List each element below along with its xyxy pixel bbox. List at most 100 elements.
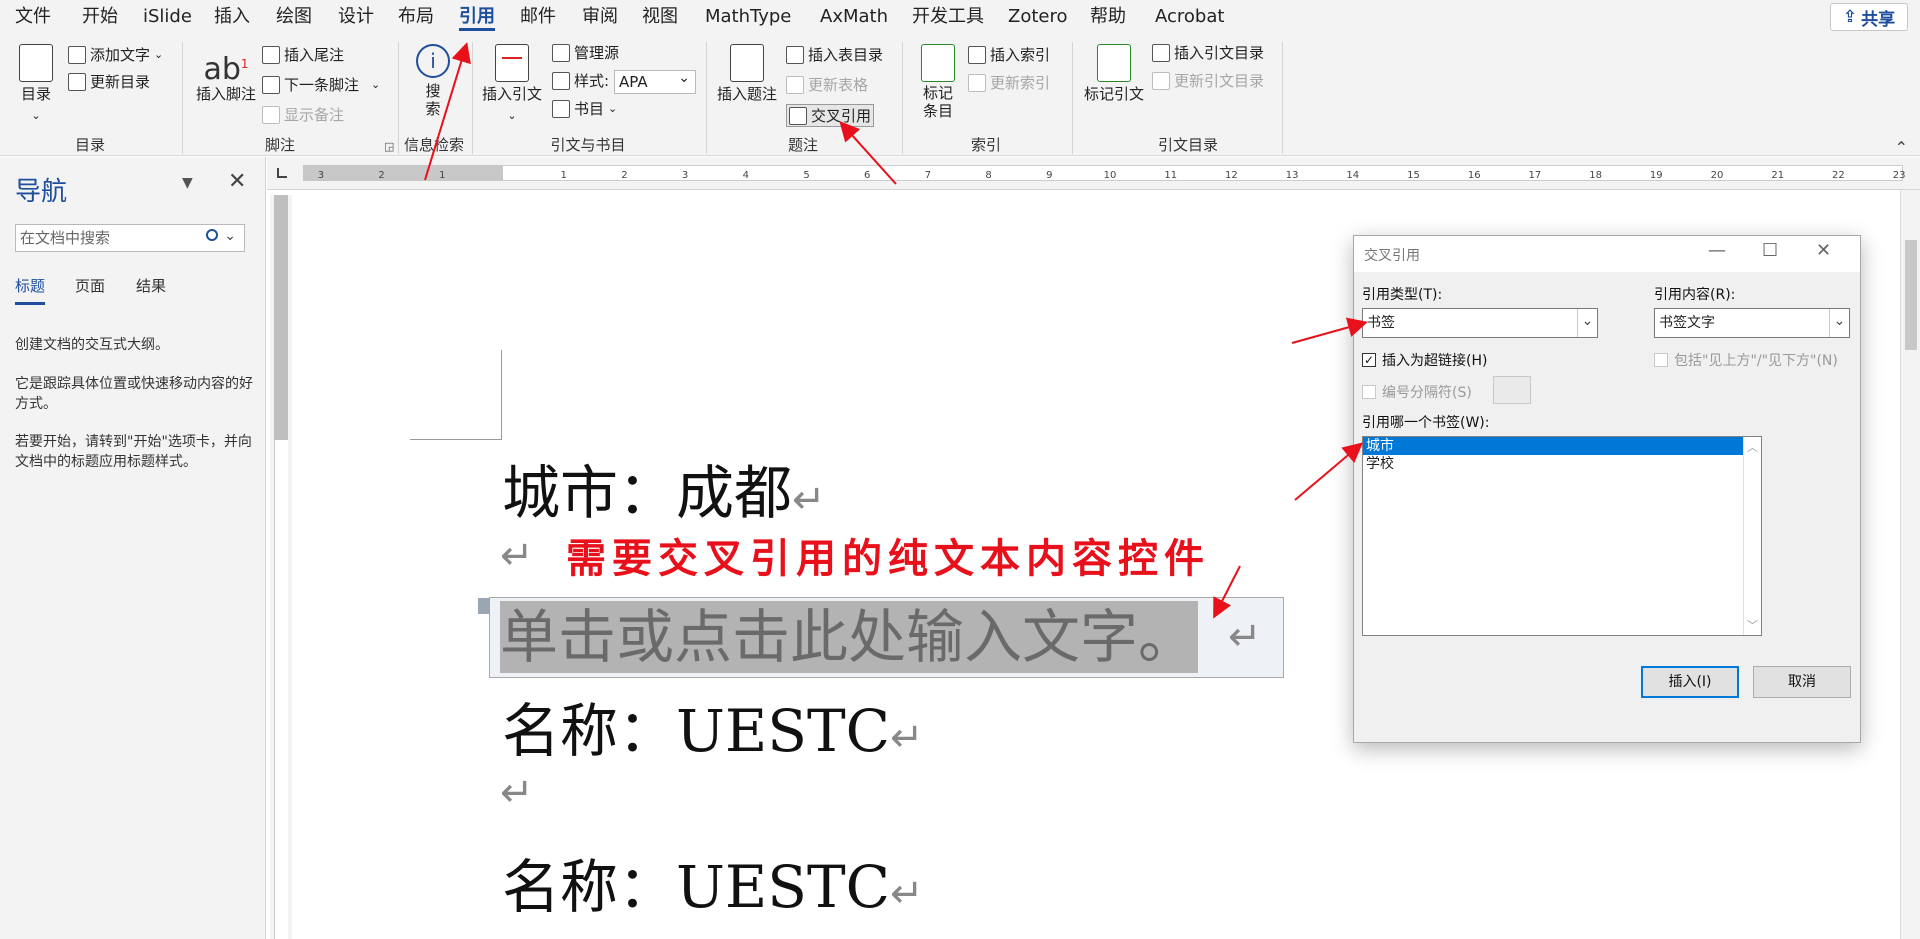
- insert-footnote-button[interactable]: ab1 插入脚注: [192, 44, 260, 104]
- tab-references[interactable]: 引用: [459, 5, 495, 31]
- update-table-label: 更新表格: [808, 76, 869, 94]
- insert-button[interactable]: 插入(I): [1641, 666, 1739, 698]
- insert-endnote-button[interactable]: 插入尾注: [262, 44, 344, 65]
- update-table-button[interactable]: 更新表格: [786, 74, 868, 95]
- close-icon[interactable]: ✕: [1816, 240, 1831, 261]
- list-scrollbar[interactable]: ︿ ﹀: [1743, 437, 1761, 635]
- tab-layout[interactable]: 布局: [398, 5, 434, 31]
- tab-help[interactable]: 帮助: [1090, 5, 1126, 31]
- bibliography-button[interactable]: 书目 ⌄: [552, 98, 617, 119]
- tab-mailings[interactable]: 邮件: [520, 5, 556, 31]
- vertical-ruler[interactable]: [270, 195, 292, 939]
- insert-hyperlink-label: 插入为超链接(H): [1382, 353, 1488, 369]
- ruler-tick-label: 10: [1104, 170, 1117, 181]
- scrollbar-thumb[interactable]: [1905, 240, 1917, 350]
- doc-line-name-1[interactable]: 名称：UESTC↵: [502, 684, 924, 768]
- tab-axmath[interactable]: AxMath: [820, 5, 888, 31]
- tab-developer[interactable]: 开发工具: [912, 5, 984, 31]
- nav-tab-results[interactable]: 结果: [136, 275, 166, 296]
- content-control-placeholder[interactable]: 单击或点击此处输入文字。: [500, 601, 1199, 673]
- include-above-below-checkbox[interactable]: 包括"见上方"/"见下方"(N): [1654, 350, 1838, 370]
- ruler-tick-label: 22: [1832, 170, 1845, 181]
- tab-view[interactable]: 视图: [642, 5, 678, 31]
- content-control-handle[interactable]: [478, 598, 490, 614]
- ruler-bar: [274, 440, 288, 939]
- tab-review[interactable]: 审阅: [582, 5, 618, 31]
- insert-citation-label: 插入引文: [482, 85, 543, 103]
- insert-citation-button[interactable]: 插入引文 ⌄: [482, 44, 542, 126]
- bibliography-label: 书目: [574, 100, 605, 118]
- cross-reference-button[interactable]: 交叉引用: [786, 104, 875, 127]
- tab-file[interactable]: 文件: [15, 5, 51, 31]
- mark-entry-button[interactable]: 标记条目: [910, 44, 966, 121]
- horizontal-ruler[interactable]: 3 2 1 1 2 3 4 5 6 7 8 9 10 11 12 13 14 15 16 17 18 19 20 21 22 23: [267, 157, 1920, 190]
- maximize-icon[interactable]: ☐: [1762, 240, 1778, 261]
- nav-search-input[interactable]: 在文档中搜索 ⌄: [15, 224, 245, 252]
- manage-sources-button[interactable]: 管理源: [552, 42, 619, 63]
- chevron-down-icon[interactable]: ⌄: [224, 223, 236, 249]
- tab-mathtype[interactable]: MathType: [705, 5, 791, 31]
- nav-options-icon[interactable]: ▼: [182, 175, 193, 191]
- list-item[interactable]: 城市: [1363, 437, 1743, 455]
- show-notes-button[interactable]: 显示备注: [262, 104, 344, 125]
- insert-toa-button[interactable]: 插入引文目录: [1152, 42, 1264, 63]
- ruler-tick-label: 1: [561, 170, 567, 181]
- search-button[interactable]: i 搜索: [410, 44, 456, 119]
- update-index-button[interactable]: 更新索引: [968, 72, 1050, 93]
- share-button[interactable]: ⇪ 共享: [1830, 3, 1908, 31]
- nav-search-placeholder: 在文档中搜索: [20, 229, 111, 247]
- doc-line-name-2[interactable]: 名称：UESTC↵: [502, 840, 924, 924]
- plain-text-content-control[interactable]: 单击或点击此处输入文字。 ↵: [478, 597, 1284, 678]
- insert-caption-button[interactable]: 插入题注: [716, 44, 778, 104]
- insert-table-of-figures-button[interactable]: 插入表目录: [786, 44, 883, 65]
- tab-home[interactable]: 开始: [82, 5, 118, 31]
- chevron-down-icon[interactable]: ﹀: [1744, 617, 1761, 633]
- bookmark-list[interactable]: 城市 学校 ︿ ﹀: [1362, 436, 1762, 636]
- update-toa-button[interactable]: 更新引文目录: [1152, 70, 1264, 91]
- toc-button[interactable]: 目录 ⌄: [14, 44, 58, 126]
- checkbox-box: [1654, 353, 1668, 367]
- search-icon[interactable]: [206, 229, 218, 241]
- doc-line-city[interactable]: 城市：成都↵: [502, 446, 826, 530]
- insert-caption-icon: [730, 44, 764, 82]
- dialog-titlebar[interactable]: 交叉引用 — ☐ ✕: [1354, 236, 1860, 272]
- insert-endnote-label: 插入尾注: [284, 46, 345, 64]
- style-select[interactable]: APA: [614, 67, 696, 94]
- next-footnote-button[interactable]: 下一条脚注 ⌄: [262, 74, 380, 95]
- reference-type-select[interactable]: 书签 ⌄: [1362, 308, 1598, 338]
- separate-numbers-checkbox[interactable]: 编号分隔符(S): [1362, 382, 1472, 402]
- update-toc-button[interactable]: 更新目录: [68, 71, 150, 92]
- tab-acrobat[interactable]: Acrobat: [1155, 5, 1224, 31]
- chevron-up-icon[interactable]: ︿: [1744, 439, 1761, 455]
- insert-index-button[interactable]: 插入索引: [968, 44, 1050, 65]
- dialog-title: 交叉引用: [1364, 248, 1420, 264]
- ruler-tick-label: 23: [1893, 170, 1906, 181]
- tab-zotero[interactable]: Zotero: [1008, 5, 1068, 31]
- tab-design[interactable]: 设计: [338, 5, 374, 31]
- vertical-scrollbar[interactable]: [1900, 190, 1920, 939]
- style-label-text: 样式:: [574, 72, 610, 90]
- reference-content-select[interactable]: 书签文字 ⌄: [1654, 308, 1850, 338]
- insert-hyperlink-checkbox[interactable]: ✓ 插入为超链接(H): [1362, 350, 1487, 370]
- collapse-ribbon-icon[interactable]: ⌃: [1895, 138, 1908, 157]
- insert-index-label: 插入索引: [990, 46, 1051, 64]
- close-icon[interactable]: ✕: [228, 169, 246, 194]
- cancel-button[interactable]: 取消: [1753, 666, 1851, 698]
- list-item[interactable]: 学校: [1363, 455, 1761, 473]
- tab-islide[interactable]: iSlide: [143, 5, 192, 31]
- paragraph-mark: ↵: [792, 477, 826, 523]
- tab-insert[interactable]: 插入: [214, 5, 250, 31]
- add-text-button[interactable]: 添加文字 ⌄: [68, 44, 163, 65]
- nav-tab-headings[interactable]: 标题: [15, 275, 46, 305]
- mark-entry-icon: [921, 44, 955, 82]
- ruler-tick-label: 18: [1589, 170, 1602, 181]
- tab-stop-selector-icon[interactable]: [277, 168, 287, 178]
- mark-citation-button[interactable]: 标记引文: [1080, 44, 1148, 104]
- dialog-launcher-icon[interactable]: ◲: [384, 140, 394, 153]
- cross-reference-label: 交叉引用: [811, 107, 872, 125]
- nav-tab-pages[interactable]: 页面: [75, 275, 105, 296]
- separator-input[interactable]: [1493, 376, 1531, 404]
- tab-draw[interactable]: 绘图: [276, 5, 312, 31]
- ruler-tick-label: 3: [682, 170, 688, 181]
- menu-bar: 文件 开始 iSlide 插入 绘图 设计 布局 引用 邮件 审阅 视图 Mat…: [0, 0, 1920, 34]
